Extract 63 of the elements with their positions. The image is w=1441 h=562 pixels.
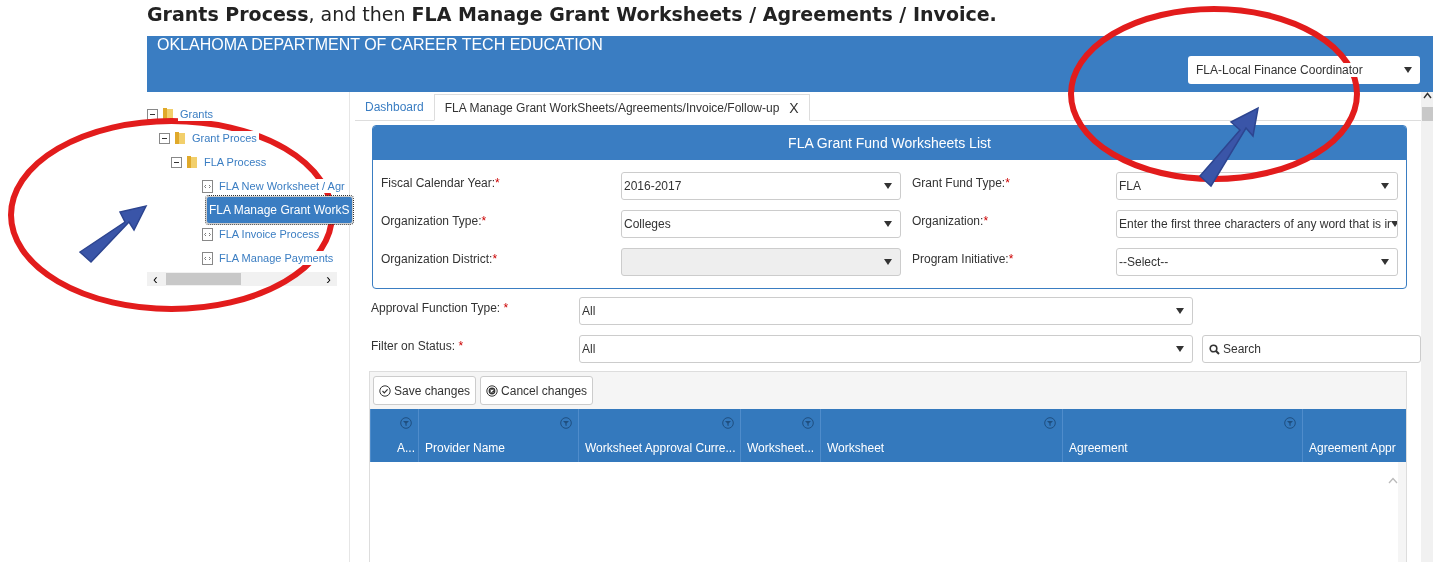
caret-icon: [1176, 346, 1184, 352]
field-label: Program Initiative:*: [912, 251, 1015, 268]
caret-icon: [884, 259, 892, 265]
field-label: Organization District:*: [381, 251, 499, 268]
vertical-scrollbar[interactable]: [1421, 92, 1433, 562]
save-button[interactable]: Save changes: [373, 376, 477, 405]
page-icon: [202, 227, 213, 241]
tab[interactable]: Dashboard: [355, 93, 434, 120]
folder-icon: [174, 131, 186, 145]
scroll-up-icon[interactable]: [1422, 92, 1432, 99]
tree-item[interactable]: Grants: [178, 107, 215, 121]
caret-icon: [1176, 308, 1184, 314]
page-icon: [202, 179, 213, 193]
filter-icon[interactable]: [1044, 417, 1056, 429]
cancel-button[interactable]: Cancel changes: [480, 376, 594, 405]
caret-icon: [1381, 259, 1389, 265]
caret-icon: [884, 221, 892, 227]
select-field[interactable]: All: [579, 297, 1193, 325]
field-label: Filter on Status: *: [371, 338, 465, 353]
document-caption: Grants Process, and then FLA Manage Grant Worksheets / Agreements / Invoice.: [147, 2, 998, 27]
caret-icon: [1381, 183, 1389, 189]
select-field[interactable]: 2016-2017: [621, 172, 901, 200]
folder-icon: [186, 155, 198, 169]
select-field[interactable]: --Select--: [1116, 248, 1398, 276]
filter-icon[interactable]: [560, 417, 572, 429]
select-field[interactable]: All: [579, 335, 1193, 363]
scrollbar-thumb[interactable]: [1421, 107, 1433, 121]
site-title: OKLAHOMA DEPARTMENT OF CAREER TECH EDUCATION: [156, 36, 603, 54]
tree-item[interactable]: FLA Invoice Process: [217, 227, 322, 241]
close-icon[interactable]: X: [789, 99, 799, 116]
tree-item[interactable]: FLA New Worksheet / Agr: [217, 179, 347, 193]
cancel-icon: [486, 384, 499, 397]
tree-item[interactable]: FLA Process: [202, 155, 269, 169]
tree-item[interactable]: FLA Manage Payments: [217, 251, 336, 265]
caret-icon: [884, 183, 892, 189]
tree-item[interactable]: Grant Proces: [190, 131, 259, 145]
collapse-icon[interactable]: [159, 132, 170, 144]
select-field[interactable]: Colleges: [621, 210, 901, 238]
caret-icon: [1404, 67, 1412, 73]
tree-item[interactable]: FLA Manage Grant WorkS: [206, 196, 353, 224]
tab[interactable]: FLA Manage Grant WorkSheets/Agreements/Invoice/Follow-up X: [433, 94, 810, 121]
filter-icon[interactable]: [802, 417, 814, 429]
field-label: Organization:*: [912, 213, 990, 230]
field-label: Organization Type:*: [381, 213, 488, 230]
annotation-arrow: [78, 204, 148, 264]
horizontal-scrollbar[interactable]: ‹ ›: [147, 272, 337, 286]
select-field[interactable]: Enter the first three characters of any word that is ir: [1116, 210, 1398, 238]
page-icon: [202, 251, 213, 265]
check-icon: [379, 384, 391, 397]
caret-icon: [1391, 221, 1397, 227]
role-select[interactable]: FLA-Local Finance Coordinator: [1188, 56, 1420, 84]
collapse-icon[interactable]: [147, 108, 158, 120]
field-label: Fiscal Calendar Year:*: [381, 175, 501, 192]
search-icon: [1209, 343, 1220, 355]
filter-icon[interactable]: [1284, 417, 1296, 429]
filter-icon[interactable]: [400, 417, 412, 429]
search-button[interactable]: Search: [1202, 335, 1421, 363]
folder-icon: [162, 107, 174, 121]
collapse-icon[interactable]: [171, 156, 182, 168]
field-label: Approval Function Type: *: [371, 300, 510, 315]
field-label: Grant Fund Type:*: [912, 175, 1011, 192]
panel-title: FLA Grant Fund Worksheets List: [373, 126, 1406, 160]
filter-icon[interactable]: [722, 417, 734, 429]
